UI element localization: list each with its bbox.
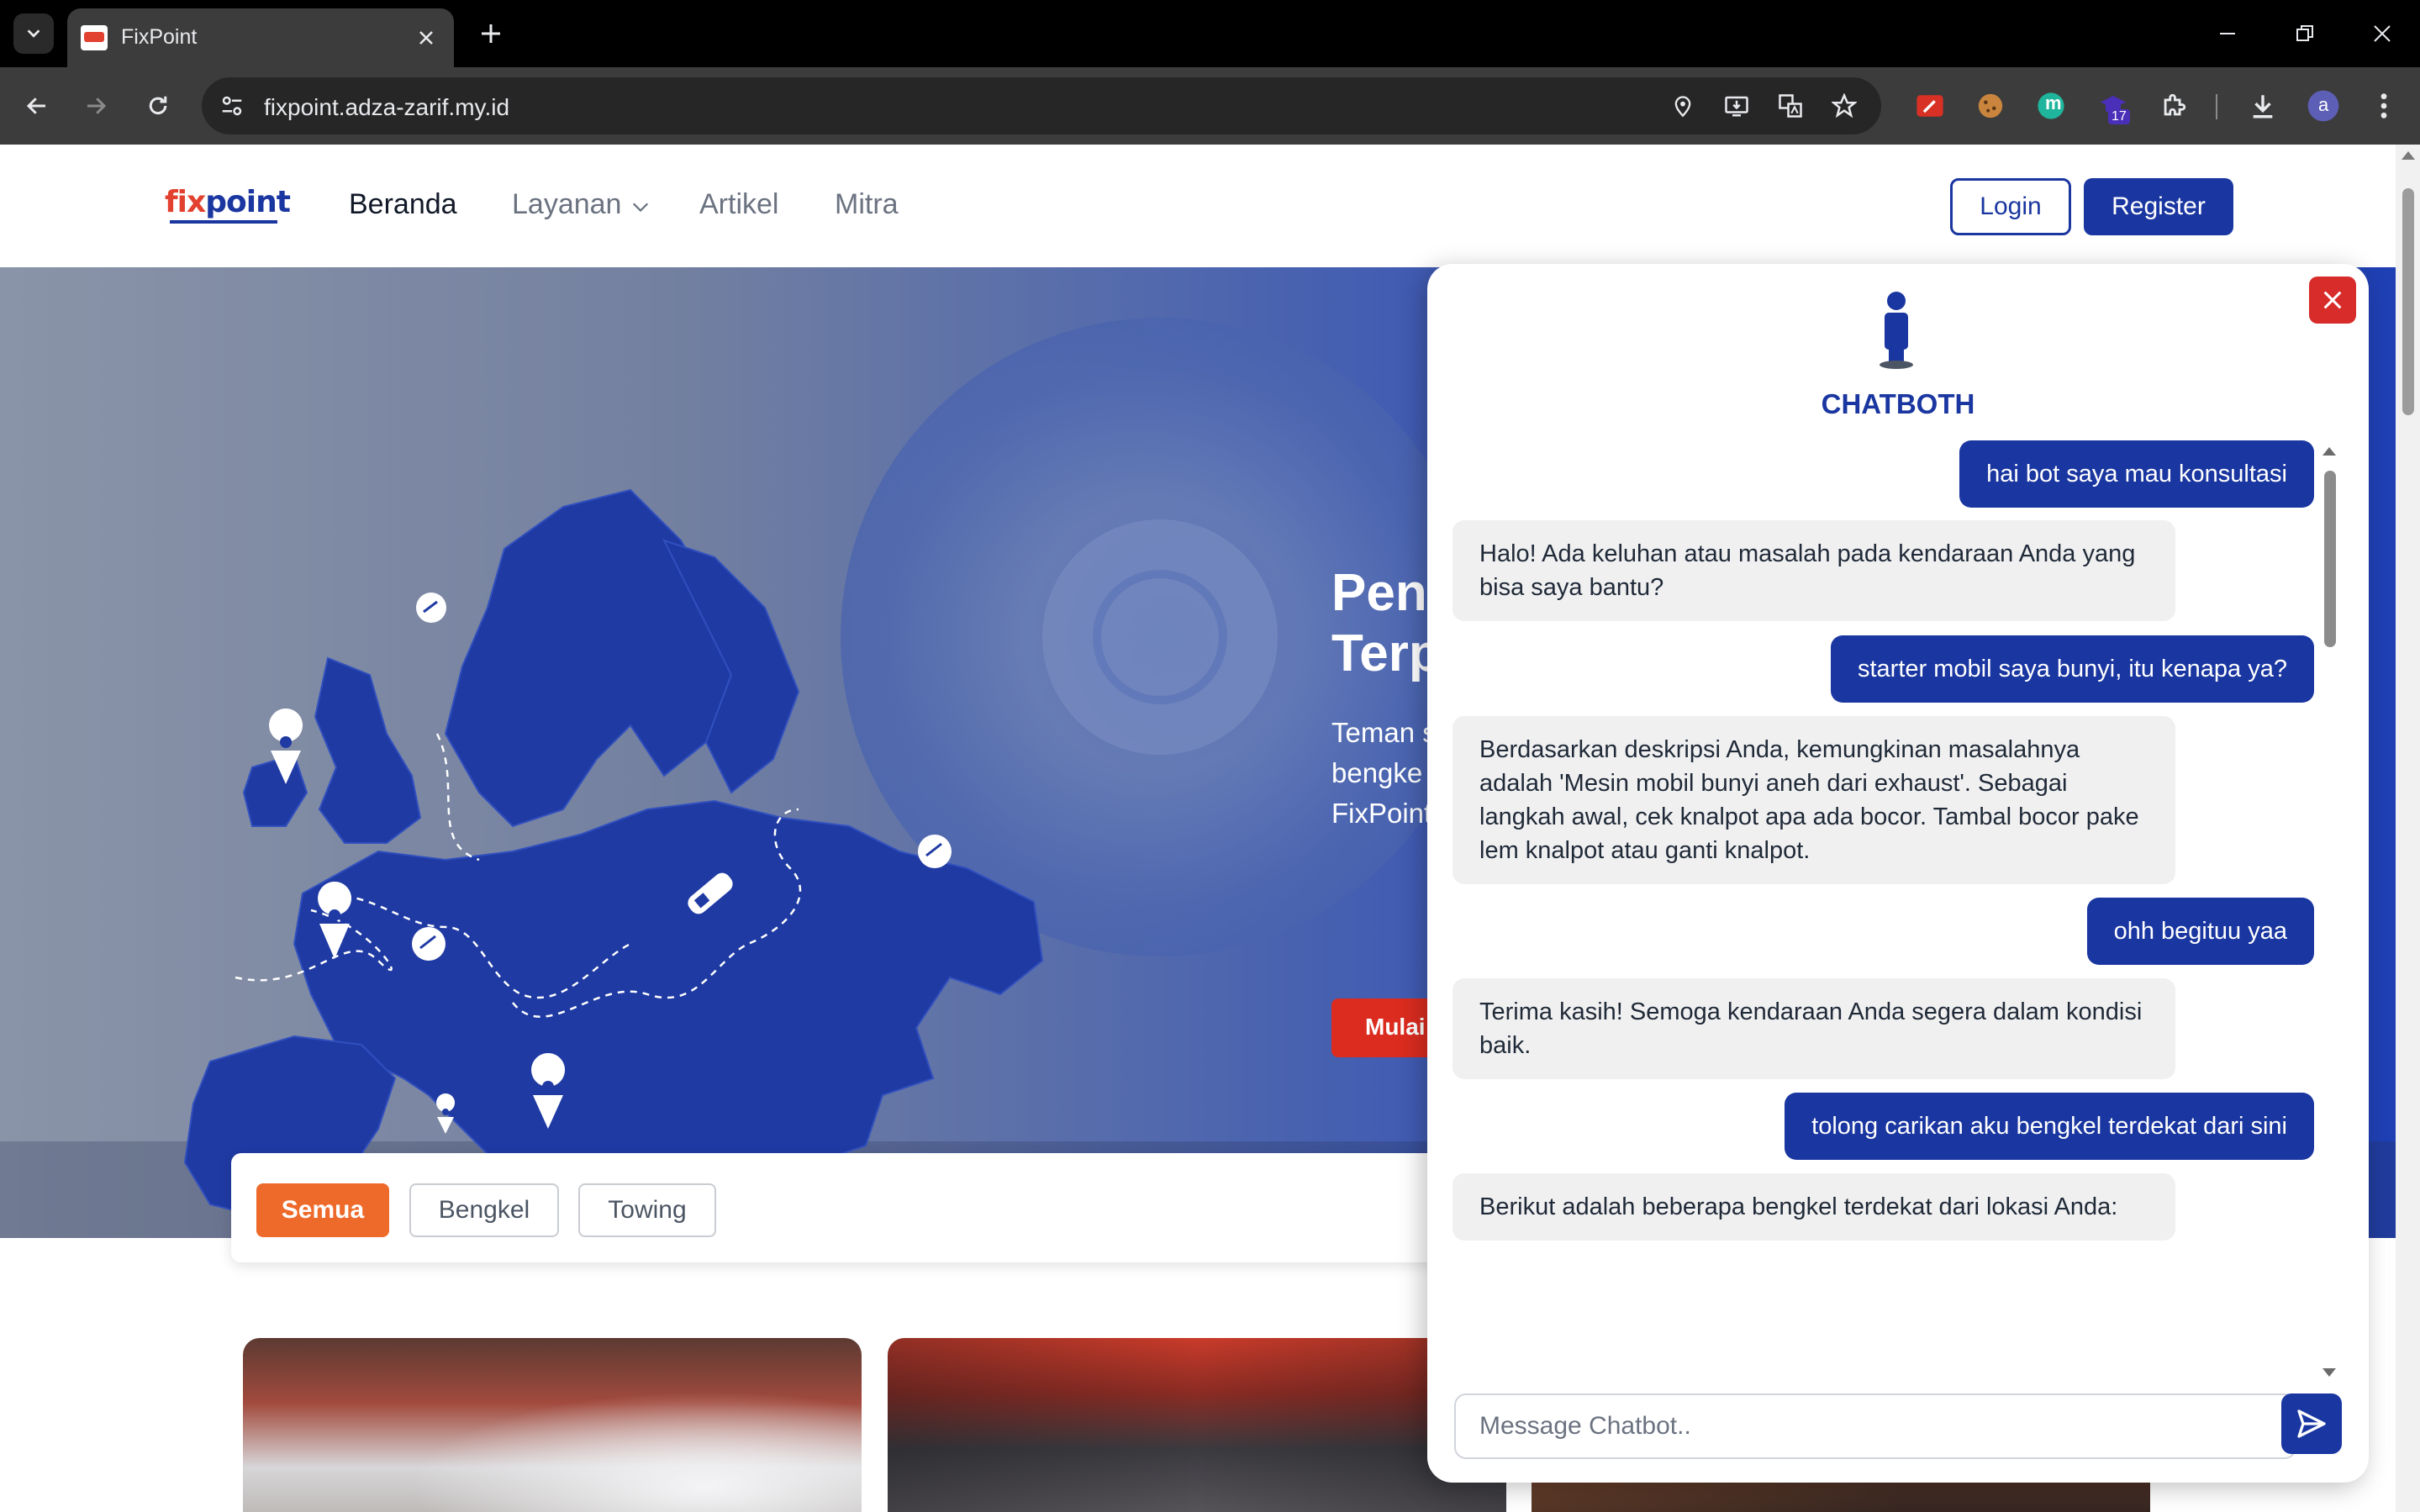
tab-title: FixPoint: [121, 25, 198, 49]
site-navbar: fixpoint Beranda Layanan Artikel Mitra L…: [0, 145, 2396, 267]
close-icon: [2323, 291, 2342, 309]
back-button[interactable]: [15, 84, 59, 128]
window-close-button[interactable]: [2357, 10, 2407, 57]
europe-map-illustration: [126, 456, 1044, 1238]
extension-red-pen-icon[interactable]: [1910, 86, 1950, 126]
car-hood-photo: [243, 1338, 862, 1512]
workshop-card-image[interactable]: [888, 1338, 1506, 1512]
url-text: fixpoint.adza-zarif.my.id: [264, 94, 510, 120]
arrow-left-icon: [26, 97, 45, 114]
page-scrollbar[interactable]: [2396, 145, 2420, 1512]
tab-close-button[interactable]: [412, 24, 440, 52]
fixpoint-favicon-icon: [81, 25, 108, 50]
extension-badge: 17: [2108, 109, 2130, 124]
fixpoint-logo[interactable]: fixpoint: [165, 185, 291, 230]
chat-scroll-thumb[interactable]: [2324, 471, 2336, 647]
filter-towing-button[interactable]: Towing: [578, 1183, 716, 1237]
extension-cap-icon[interactable]: 17: [2093, 86, 2133, 126]
close-icon: [2374, 25, 2391, 42]
bot-message: Terima kasih! Semoga kendaraan Anda sege…: [1453, 978, 2175, 1079]
chat-scrollbar[interactable]: [2318, 440, 2340, 1377]
user-message: starter mobil saya bunyi, itu kenapa ya?: [1831, 635, 2314, 703]
nav-services[interactable]: Layanan: [512, 188, 650, 221]
downloads-icon[interactable]: [2243, 86, 2283, 126]
bot-message: Berdasarkan deskripsi Anda, kemungkinan …: [1453, 716, 2175, 884]
tune-icon: [222, 96, 242, 116]
extension-m-label: m: [2045, 92, 2062, 113]
filter-all-button[interactable]: Semua: [256, 1183, 389, 1237]
filter-workshop-button[interactable]: Bengkel: [409, 1183, 559, 1237]
forward-button[interactable]: [74, 84, 118, 128]
register-button[interactable]: Register: [2084, 178, 2233, 235]
browser-toolbar: fixpoint.adza-zarif.my.id m 17 a: [0, 67, 2420, 145]
chat-scroll-down-icon[interactable]: [2322, 1368, 2336, 1377]
profile-initial: a: [2318, 94, 2329, 115]
address-bar[interactable]: fixpoint.adza-zarif.my.id: [202, 77, 1881, 134]
star-icon[interactable]: [1827, 89, 1861, 123]
tab-search-button[interactable]: [13, 13, 54, 54]
reload-icon: [149, 96, 167, 115]
user-message: tolong carikan aku bengkel terdekat dari…: [1785, 1093, 2314, 1160]
browser-tab-active[interactable]: FixPoint: [67, 8, 454, 67]
shopfront-photo: [888, 1338, 1506, 1512]
restore-button[interactable]: [2280, 10, 2330, 57]
close-icon: [419, 31, 433, 45]
plus-icon: [482, 24, 500, 43]
chat-message-input[interactable]: [1454, 1393, 2296, 1459]
chevron-down-icon: [27, 29, 40, 38]
extension-m-icon[interactable]: m: [2031, 86, 2071, 126]
profile-avatar[interactable]: a: [2303, 86, 2344, 126]
translate-icon[interactable]: [1774, 89, 1807, 123]
location-icon[interactable]: [1666, 89, 1700, 123]
restore-icon: [2296, 25, 2313, 41]
send-icon: [2297, 1409, 2326, 1438]
nav-services-label: Layanan: [512, 188, 622, 220]
bot-message: Halo! Ada keluhan atau masalah pada kend…: [1453, 520, 2175, 621]
login-button[interactable]: Login: [1950, 178, 2071, 235]
chevron-down-icon: [632, 203, 648, 213]
nav-articles[interactable]: Artikel: [699, 188, 778, 221]
chat-scroll-up-icon[interactable]: [2322, 447, 2336, 456]
site-info-button[interactable]: [215, 89, 249, 123]
toolbar-divider: [2216, 94, 2217, 119]
extensions-puzzle-icon[interactable]: [2154, 86, 2194, 126]
browser-menu-icon[interactable]: [2364, 86, 2404, 126]
nav-partners[interactable]: Mitra: [835, 188, 899, 221]
user-message: ohh begituu yaa: [2086, 898, 2314, 965]
workshop-card-image[interactable]: [243, 1338, 862, 1512]
arrow-right-icon: [87, 97, 107, 114]
new-tab-button[interactable]: [472, 15, 509, 52]
chat-title: CHATBOTH: [1821, 388, 1975, 419]
chat-send-button[interactable]: [2281, 1393, 2342, 1454]
extension-cookie-icon[interactable]: [1970, 86, 2011, 126]
browser-tab-bar: FixPoint: [0, 0, 2420, 67]
scroll-up-arrow-icon[interactable]: [2402, 151, 2415, 160]
brake-hub-ring: [1093, 570, 1227, 704]
minimize-icon: [2220, 33, 2235, 34]
chat-close-button[interactable]: [2309, 277, 2356, 324]
logo-tagline-bar: [170, 220, 277, 224]
minimize-button[interactable]: [2202, 10, 2253, 57]
chatbot-window: CHATBOTH hai bot saya mau konsultasi Hal…: [1427, 264, 2369, 1483]
user-message: hai bot saya mau konsultasi: [1959, 440, 2314, 508]
reload-button[interactable]: [136, 84, 180, 128]
chat-message-list[interactable]: hai bot saya mau konsultasi Halo! Ada ke…: [1440, 440, 2352, 1397]
bot-message: Berikut adalah beberapa bengkel terdekat…: [1453, 1173, 2175, 1241]
page-scroll-thumb[interactable]: [2402, 188, 2414, 415]
nav-home[interactable]: Beranda: [349, 188, 457, 221]
install-app-icon[interactable]: [1720, 89, 1753, 123]
chatbot-avatar-icon: [1880, 292, 1913, 369]
logo-wordmark: fixpoint: [165, 185, 291, 219]
